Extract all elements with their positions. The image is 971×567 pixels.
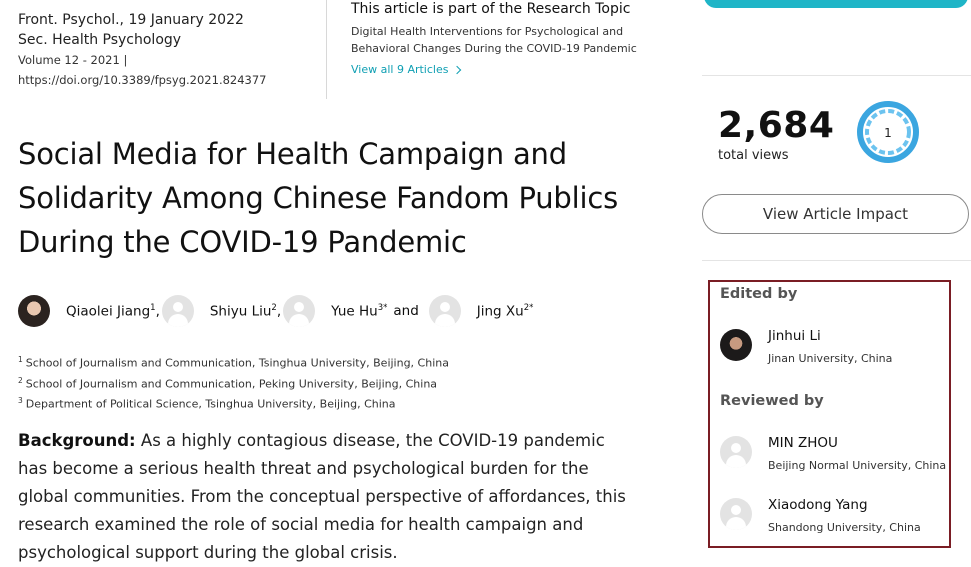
editor-affiliation: Jinan University, China [768, 352, 893, 365]
author-name[interactable]: Yue Hu3* [331, 303, 387, 320]
altmetric-score: 1 [884, 126, 892, 140]
author-name[interactable]: Shiyu Liu2, [210, 303, 281, 320]
article-title: Social Media for Health Campaign and Sol… [18, 137, 619, 259]
author-item[interactable]: Yue Hu3* and [283, 295, 429, 327]
view-article-impact-button[interactable]: View Article Impact [702, 194, 969, 234]
views-stat: 2,684 total views [718, 104, 834, 164]
abstract-background: Background: As a highly contagious disea… [18, 427, 638, 567]
section-link[interactable]: Sec. Health Psychology [18, 30, 318, 50]
author-item[interactable]: Qiaolei Jiang1, [18, 295, 162, 327]
author-list: Qiaolei Jiang1, Shiyu Liu2, Yue Hu3* and… [18, 294, 535, 328]
author-conjunction: and [393, 303, 419, 319]
editors-panel: Edited by Jinhui Li Jinan University, Ch… [708, 280, 951, 548]
editor-avatar [720, 329, 752, 361]
edited-by-heading: Edited by [720, 286, 798, 302]
author-item[interactable]: Jing Xu2* [428, 295, 536, 327]
altmetric-badge-icon[interactable]: 1 [856, 100, 920, 164]
author-name[interactable]: Jing Xu2* [477, 303, 534, 320]
reviewer-name[interactable]: MIN ZHOU [768, 434, 946, 452]
author-item[interactable]: Shiyu Liu2, [161, 295, 283, 327]
reviewer-avatar-placeholder-icon [720, 436, 752, 468]
editor-name[interactable]: Jinhui Li [768, 327, 892, 345]
reviewer-avatar-placeholder-icon [720, 498, 752, 530]
author-name[interactable]: Qiaolei Jiang1, [66, 303, 160, 320]
research-topic-name[interactable]: Digital Health Interventions for Psychol… [351, 23, 641, 57]
author-avatar [18, 295, 50, 327]
author-avatar-placeholder-icon [161, 295, 194, 327]
research-topic-heading: This article is part of the Research Top… [351, 1, 631, 17]
affiliation-item: 2 School of Journalism and Communication,… [18, 375, 438, 391]
view-all-label: View all 9 Articles [351, 63, 449, 76]
header-divider [326, 0, 327, 99]
sidebar-divider [702, 75, 971, 76]
chevron-right-icon [453, 65, 462, 75]
reviewer-item[interactable]: Xiaodong Yang Shandong University, China [720, 496, 921, 537]
reviewer-affiliation: Shandong University, China [768, 521, 921, 534]
volume-info: Volume 12 - 2021 | [18, 53, 128, 67]
affiliation-list: 1 School of Journalism and Communication,… [18, 351, 449, 413]
journal-date: Front. Psychol., 19 January 2022 [18, 12, 244, 28]
affiliation-item: 1 School of Journalism and Communication,… [18, 355, 449, 370]
views-count: 2,684 [718, 105, 835, 146]
abstract-label: Background: [18, 431, 136, 450]
view-all-articles-link[interactable]: View all 9 Articles [351, 61, 462, 79]
research-topic: This article is part of the Research Top… [351, 0, 641, 79]
reviewer-item[interactable]: MIN ZHOU Beijing Normal University, Chin… [720, 434, 946, 475]
views-label: total views [718, 148, 789, 163]
abstract-text: As a highly contagious disease, the COVI… [18, 431, 626, 562]
editor-item[interactable]: Jinhui Li Jinan University, China [720, 327, 892, 368]
author-avatar-placeholder-icon [283, 295, 316, 327]
doi-link[interactable]: https://doi.org/10.3389/fpsyg.2021.82437… [18, 70, 318, 90]
download-article-button[interactable] [704, 0, 968, 8]
reviewer-affiliation: Beijing Normal University, China [768, 459, 947, 472]
author-avatar-placeholder-icon [428, 295, 461, 327]
sidebar-divider [702, 260, 971, 261]
affiliation-item: 3 Department of Political Science, Tsingh… [18, 396, 396, 411]
reviewed-by-heading: Reviewed by [720, 393, 824, 409]
article-meta: Front. Psychol., 19 January 2022 Sec. He… [18, 10, 318, 90]
reviewer-name[interactable]: Xiaodong Yang [768, 496, 921, 514]
